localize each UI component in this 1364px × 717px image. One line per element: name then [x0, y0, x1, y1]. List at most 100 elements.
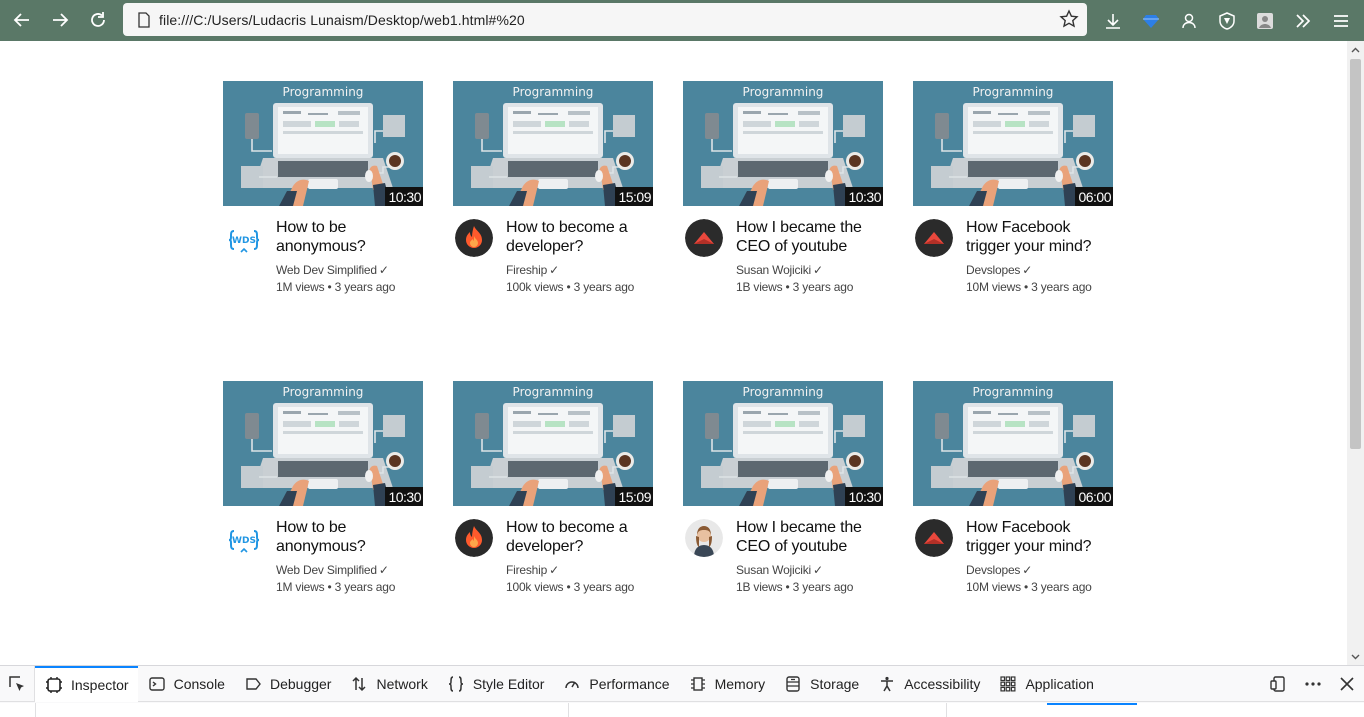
person-avatar-icon[interactable]: [685, 519, 723, 557]
extension-image-button[interactable]: [1246, 2, 1284, 40]
channel-name-text[interactable]: Susan Wojiciki: [736, 563, 811, 577]
verified-check-icon: ✓: [378, 263, 389, 277]
thumbnail-tag: Programming: [742, 85, 824, 99]
devtools-tab-label: Network: [376, 675, 428, 692]
channel-name[interactable]: Susan Wojiciki ✓: [736, 263, 823, 277]
double-chevron-icon: [1296, 13, 1311, 28]
browser-toolbar: file:///C:/Users/Ludacris Lunaism/Deskto…: [0, 0, 1364, 41]
triangle-logo-icon[interactable]: [685, 219, 723, 257]
channel-name[interactable]: Web Dev Simplified ✓: [276, 263, 389, 277]
video-title[interactable]: How Facebook trigger your mind?: [966, 518, 1116, 556]
devtools-tab-application[interactable]: Application: [989, 666, 1103, 702]
video-thumbnail[interactable]: Programming 10:30: [683, 381, 883, 506]
wds-logo-icon[interactable]: WDS: [225, 219, 263, 257]
video-card[interactable]: Programming 10:30 WDS How to be anonymou…: [223, 81, 423, 311]
video-title[interactable]: How to become a developer?: [506, 218, 656, 256]
page-content: Programming 10:30 WDS How to be anonymou…: [0, 41, 1347, 665]
devtools-tab-network[interactable]: Network: [340, 666, 436, 702]
video-thumbnail[interactable]: Programming 15:09: [453, 381, 653, 506]
triangle-logo-icon[interactable]: [915, 519, 953, 557]
video-card[interactable]: Programming 10:30 How I became the CEO o…: [683, 81, 883, 311]
video-thumbnail[interactable]: Programming 06:00: [913, 81, 1113, 206]
forward-button[interactable]: [41, 1, 79, 39]
devtools-tab-label: Memory: [714, 675, 766, 692]
scroll-up-button[interactable]: [1347, 41, 1364, 58]
extension-profile-button[interactable]: [1170, 2, 1208, 40]
thumbnail-tag: Programming: [742, 385, 824, 399]
downloads-button[interactable]: [1094, 2, 1132, 40]
app-menu-button[interactable]: [1322, 2, 1360, 40]
devtools-tab-memory[interactable]: Memory: [679, 666, 775, 702]
image-extension-icon: [1257, 12, 1273, 29]
triangle-logo-icon[interactable]: [915, 219, 953, 257]
devtools-tab-label: Style Editor: [472, 675, 545, 692]
fireship-logo-icon[interactable]: [455, 219, 493, 257]
storage-icon: [784, 675, 802, 693]
back-button[interactable]: [3, 1, 41, 39]
video-thumbnail[interactable]: Programming 15:09: [453, 81, 653, 206]
wds-logo-icon[interactable]: WDS: [225, 519, 263, 557]
video-thumbnail[interactable]: Programming 06:00: [913, 381, 1113, 506]
element-picker-button[interactable]: [0, 665, 35, 702]
extension-shield-button[interactable]: [1208, 2, 1246, 40]
hamburger-icon: [1334, 14, 1348, 27]
devtools-tab-accessibility[interactable]: Accessibility: [868, 666, 989, 702]
vertical-scrollbar[interactable]: [1347, 41, 1364, 665]
scrollbar-thumb[interactable]: [1350, 59, 1361, 449]
channel-name-text[interactable]: Devslopes: [966, 263, 1020, 277]
devtools-tab-label: Accessibility: [904, 675, 981, 692]
responsive-design-button[interactable]: [1262, 666, 1296, 702]
channel-name-text[interactable]: Fireship: [506, 263, 547, 277]
video-card[interactable]: Programming 10:30 WDS How to be anonymou…: [223, 381, 423, 611]
chevron-up-icon: [1351, 47, 1360, 52]
channel-name-text[interactable]: Devslopes: [966, 563, 1020, 577]
video-thumbnail[interactable]: Programming 10:30: [223, 381, 423, 506]
channel-name-text[interactable]: Fireship: [506, 563, 547, 577]
video-title[interactable]: How I became the CEO of youtube: [736, 518, 886, 556]
more-icon: [1305, 682, 1321, 686]
address-bar[interactable]: file:///C:/Users/Ludacris Lunaism/Deskto…: [123, 3, 1087, 36]
thumbnail-tag: Programming: [972, 85, 1054, 99]
video-title[interactable]: How to be anonymous?: [276, 218, 426, 256]
video-duration: 15:09: [615, 487, 653, 506]
video-thumbnail[interactable]: Programming 10:30: [223, 81, 423, 206]
extension-gem-button[interactable]: [1132, 2, 1170, 40]
channel-name[interactable]: Fireship ✓: [506, 263, 559, 277]
devtools-tab-style-editor[interactable]: Style Editor: [437, 666, 554, 702]
thumbnail-tag: Programming: [282, 85, 364, 99]
performance-icon: [563, 675, 581, 693]
scroll-down-button[interactable]: [1347, 648, 1364, 665]
video-title[interactable]: How to be anonymous?: [276, 518, 426, 556]
fireship-logo-icon[interactable]: [455, 519, 493, 557]
video-title[interactable]: How to become a developer?: [506, 518, 656, 556]
video-card[interactable]: Programming 15:09 How to become a develo…: [453, 81, 653, 311]
devtools-tab-storage[interactable]: Storage: [774, 666, 868, 702]
video-card[interactable]: Programming 15:09 How to become a develo…: [453, 381, 653, 611]
video-duration: 06:00: [1075, 487, 1113, 506]
channel-name-text[interactable]: Web Dev Simplified: [276, 563, 377, 577]
reload-button[interactable]: [79, 1, 117, 39]
video-thumbnail[interactable]: Programming 10:30: [683, 81, 883, 206]
url-text[interactable]: file:///C:/Users/Ludacris Lunaism/Deskto…: [159, 12, 525, 28]
video-card[interactable]: Programming 06:00 How Facebook trigger y…: [913, 81, 1113, 311]
channel-name-text[interactable]: Web Dev Simplified: [276, 263, 377, 277]
channel-name[interactable]: Devslopes ✓: [966, 263, 1032, 277]
devtools-close-button[interactable]: [1330, 666, 1364, 702]
channel-name-text[interactable]: Susan Wojiciki: [736, 263, 811, 277]
video-card[interactable]: Programming 10:30 How I became the CEO o…: [683, 381, 883, 611]
devtools-tab-debugger[interactable]: Debugger: [234, 666, 341, 702]
devtools-tab-performance[interactable]: Performance: [553, 666, 678, 702]
channel-name[interactable]: Web Dev Simplified ✓: [276, 563, 389, 577]
video-card[interactable]: Programming 06:00 How Facebook trigger y…: [913, 381, 1113, 611]
channel-name[interactable]: Fireship ✓: [506, 563, 559, 577]
devtools-options-button[interactable]: [1296, 666, 1330, 702]
bookmark-star-icon[interactable]: [1059, 9, 1079, 29]
channel-name[interactable]: Devslopes ✓: [966, 563, 1032, 577]
element-picker-icon: [9, 675, 24, 691]
devtools-tab-console[interactable]: Console: [138, 666, 234, 702]
channel-name[interactable]: Susan Wojiciki ✓: [736, 563, 823, 577]
video-title[interactable]: How Facebook trigger your mind?: [966, 218, 1116, 256]
overflow-menu-button[interactable]: [1284, 2, 1322, 40]
video-title[interactable]: How I became the CEO of youtube: [736, 218, 886, 256]
devtools-tab-inspector[interactable]: Inspector: [35, 665, 138, 702]
